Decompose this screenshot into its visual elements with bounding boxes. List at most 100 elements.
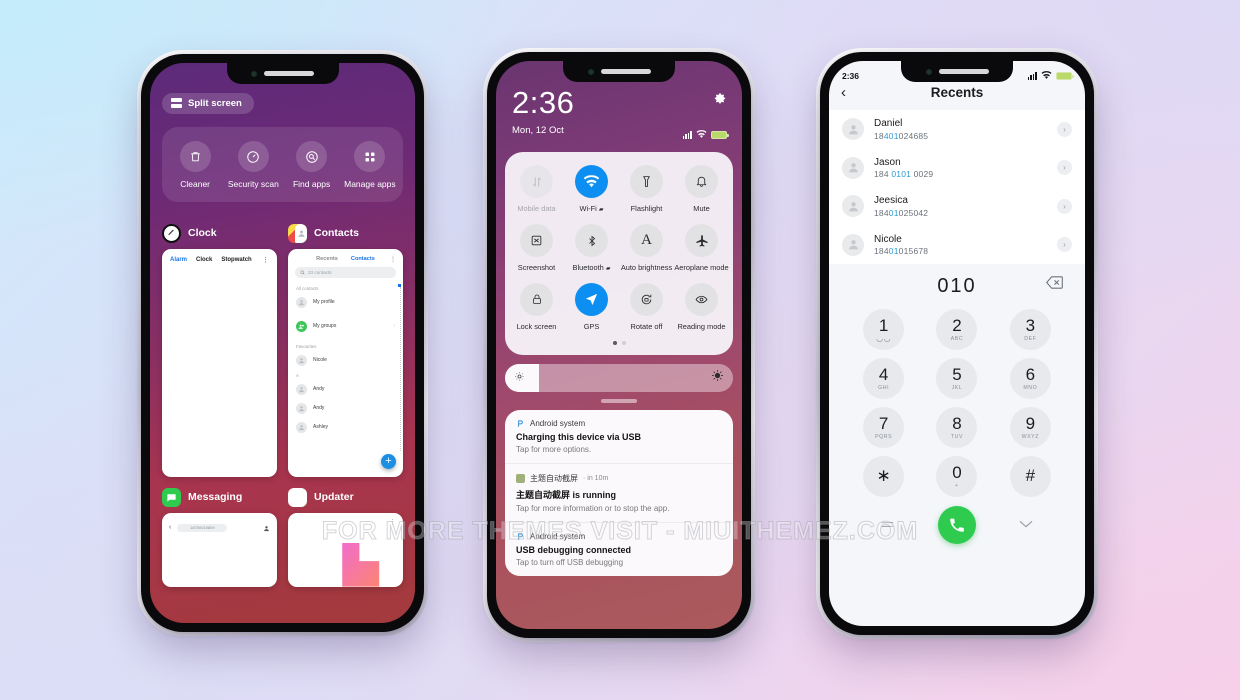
recents-row[interactable]: Daniel 18401024685 › — [829, 110, 1085, 149]
toggle-reading-mode[interactable]: Reading mode — [674, 283, 729, 331]
split-screen-button[interactable]: Split screen — [162, 93, 254, 114]
menu-lines-icon[interactable] — [880, 516, 895, 534]
tool-security-scan[interactable]: Security scan — [224, 141, 282, 190]
chevron-right-icon[interactable]: › — [1057, 198, 1072, 214]
toggle-flashlight[interactable]: Flashlight — [619, 165, 674, 213]
search-icon — [300, 270, 305, 275]
dial-key-star[interactable]: ∗ — [863, 456, 905, 497]
gear-icon[interactable] — [712, 91, 727, 111]
contacts-row[interactable]: Ashley — [288, 418, 403, 437]
notification-app-name: 主题自动截屏 — [530, 473, 578, 483]
contacts-section-header: A — [296, 372, 299, 378]
recents-row[interactable]: Jeesica 18401025042 › — [829, 187, 1085, 226]
chevron-right-icon[interactable]: › — [1057, 121, 1072, 137]
recipient-chip[interactable]: 18700019809 — [177, 523, 228, 532]
contacts-search-input[interactable]: 23 contacts — [295, 266, 396, 278]
clock-tab-alarm[interactable]: Alarm — [170, 257, 187, 263]
recents-row[interactable]: Nicole 18401015678 › — [829, 226, 1085, 265]
contacts-row[interactable]: Andy — [288, 380, 403, 399]
toggle-aeroplane-mode[interactable]: Aeroplane mode — [674, 224, 729, 272]
tool-cleaner[interactable]: Cleaner — [166, 141, 224, 190]
notification-item[interactable]: Android system Charging this device via … — [505, 410, 733, 463]
dial-key-2[interactable]: 2 ABC — [936, 309, 978, 350]
contact-number: 184 0101 0029 — [874, 169, 934, 179]
brightness-slider[interactable] — [505, 364, 733, 392]
card-thumbnail: ‹ 18700019809 — [162, 512, 277, 587]
add-contact-button[interactable]: + — [381, 453, 396, 469]
contact-number: 18401015678 — [874, 246, 929, 256]
control-center-panel: Mobile data Wi-Fi ▰ Flashlight Mute Scre… — [505, 152, 733, 355]
dial-key-4[interactable]: 4 GHI — [863, 358, 905, 399]
earpiece-speaker — [264, 71, 314, 76]
contact-name: Daniel — [874, 118, 903, 129]
contact-name: Nicole — [313, 357, 327, 364]
toggle-gps[interactable]: GPS — [564, 283, 619, 331]
dial-key-6[interactable]: 6 MNO — [1009, 358, 1051, 399]
contacts-row[interactable]: Andy — [288, 399, 403, 418]
dial-key-0[interactable]: 0 + — [936, 456, 978, 497]
card-header: Messaging — [162, 487, 277, 507]
contacts-row[interactable]: Nicole — [288, 351, 403, 370]
avatar — [842, 195, 864, 218]
recent-card-contacts[interactable]: Contacts Recents Contacts ⋮ 23 contacts … — [288, 223, 403, 477]
call-button[interactable] — [937, 506, 976, 544]
dial-key-9[interactable]: 9 WXYZ — [1009, 407, 1051, 448]
contacts-section-header: All contacts — [296, 285, 319, 291]
toggle-screenshot[interactable]: Screenshot — [509, 224, 564, 272]
toggle-lock-screen[interactable]: Lock screen — [509, 283, 564, 331]
chevron-right-icon[interactable]: › — [1057, 237, 1072, 253]
recent-card-clock[interactable]: Clock Alarm Clock Stopwatch ⋮ — [162, 223, 277, 477]
mobile-data-icon — [520, 165, 553, 198]
flashlight-icon — [630, 165, 663, 198]
contacts-tab-recents[interactable]: Recents — [316, 256, 338, 262]
tool-label: Manage apps — [344, 179, 396, 189]
add-person-icon[interactable] — [263, 519, 270, 537]
dial-key-1[interactable]: 1 ◡◡ — [863, 309, 905, 350]
backspace-icon[interactable] — [1046, 275, 1063, 294]
dial-key-hash[interactable]: # — [1009, 456, 1051, 497]
contacts-tab-contacts[interactable]: Contacts — [351, 256, 375, 262]
overflow-icon[interactable]: ⋮ — [288, 513, 403, 526]
voicemail-icon: ◡◡ — [876, 333, 892, 343]
toggle-label: Flashlight — [630, 204, 663, 213]
dial-key-3[interactable]: 3 DEF — [1009, 309, 1051, 350]
notification-item[interactable]: Android system USB debugging connected T… — [505, 521, 733, 576]
clock-tab-clock[interactable]: Clock — [196, 257, 212, 263]
signal-icon — [682, 130, 692, 139]
phone-mockup-dialer: 2:36 ‹ Recents Daniel 18401024685 › Jaso… — [816, 48, 1098, 639]
tool-find-apps[interactable]: Find apps — [283, 141, 341, 190]
notification-title: Charging this device via USB — [516, 431, 642, 442]
contacts-row[interactable]: My groups › — [288, 312, 403, 341]
dial-key-8[interactable]: 8 TUV — [936, 407, 978, 448]
recent-card-updater[interactable]: Updater ⋮ — [288, 487, 403, 587]
chevron-left-icon[interactable]: ‹ — [169, 524, 171, 531]
recent-card-messaging[interactable]: Messaging ‹ 18700019809 — [162, 487, 277, 587]
toggle-label: Bluetooth — [572, 263, 604, 272]
screenshot-app-icon — [516, 473, 525, 483]
toggle-wifi[interactable]: Wi-Fi ▰ — [564, 165, 619, 213]
earpiece-speaker — [600, 69, 651, 74]
toggle-rotate-off[interactable]: Rotate off — [619, 283, 674, 331]
scrollbar[interactable] — [397, 283, 401, 451]
dial-key-5[interactable]: 5 JKL — [936, 358, 978, 399]
toggle-mobile-data[interactable]: Mobile data — [509, 165, 564, 213]
drag-handle[interactable] — [601, 399, 637, 403]
toggle-bluetooth[interactable]: Bluetooth ▰ — [564, 224, 619, 272]
recents-row[interactable]: Jason 184 0101 0029 › — [829, 149, 1085, 188]
page-dot[interactable] — [621, 341, 626, 345]
overflow-icon[interactable]: ⋮ — [262, 256, 269, 264]
chevron-right-icon[interactable]: › — [1057, 160, 1072, 176]
chevron-down-icon[interactable] — [1018, 516, 1034, 534]
contacts-section-header: Favourites — [296, 343, 317, 349]
notification-item[interactable]: 主题自动截屏 · in 10m 主题自动截屏 is running Tap fo… — [505, 462, 733, 522]
clock-tab-stopwatch[interactable]: Stopwatch — [221, 257, 251, 263]
page-dot-active[interactable] — [612, 341, 617, 345]
tool-manage-apps[interactable]: Manage apps — [341, 141, 399, 190]
dial-key-7[interactable]: 7 PQRS — [863, 407, 905, 448]
toggle-auto-brightness[interactable]: A Auto brightness — [619, 224, 674, 272]
brightness-low-icon — [514, 369, 525, 387]
contacts-row[interactable]: My profile — [288, 293, 403, 312]
overflow-icon[interactable]: ⋮ — [390, 256, 396, 263]
contacts-search-placeholder: 23 contacts — [308, 269, 332, 275]
toggle-mute[interactable]: Mute — [674, 165, 729, 213]
